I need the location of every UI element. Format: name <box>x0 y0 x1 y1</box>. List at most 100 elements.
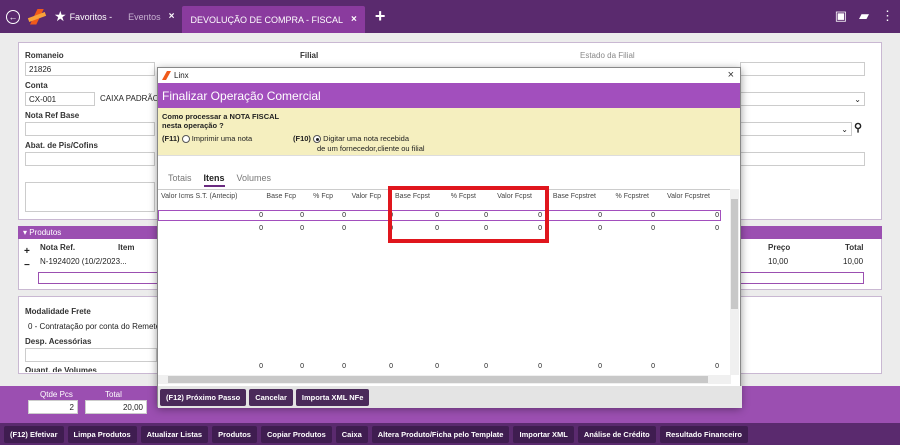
radio-imprimir[interactable] <box>181 135 190 144</box>
grid-cell[interactable]: 0 <box>326 225 346 232</box>
grid-cell[interactable]: 0 <box>582 212 602 219</box>
abat-field[interactable] <box>25 152 155 166</box>
tab-totais[interactable]: Totais <box>168 173 192 187</box>
tab-itens[interactable]: Itens <box>203 173 225 187</box>
romaneio-label: Romaneio <box>25 51 64 60</box>
nota-ref-select[interactable]: ⌄ <box>740 122 852 136</box>
conta-code-field[interactable]: CX-001 <box>25 92 95 106</box>
grid-cell: 0 <box>300 363 304 370</box>
importar-xml-button[interactable]: Importar XML <box>513 425 574 443</box>
search-icon[interactable]: ⚲ <box>854 121 862 134</box>
atualizar-listas-button[interactable]: Atualizar Listas <box>140 425 209 443</box>
copiar-produtos-button[interactable]: Copiar Produtos <box>260 425 332 443</box>
cancelar-button[interactable]: Cancelar <box>249 388 293 406</box>
conta-select[interactable]: ⌄ <box>740 92 865 106</box>
linx-logo <box>28 9 46 25</box>
total-label: Total <box>105 390 122 399</box>
grid-cell[interactable]: 0 <box>635 212 655 219</box>
grid-vscrollbar[interactable] <box>730 189 739 375</box>
desp-field[interactable] <box>25 348 157 362</box>
row-preco: 10,00 <box>768 257 789 266</box>
analise-credito-button[interactable]: Análise de Crédito <box>577 425 656 443</box>
close-icon[interactable]: × <box>169 11 175 22</box>
grid-cell[interactable]: 0 <box>243 212 263 219</box>
grid-cell: 0 <box>598 363 602 370</box>
grid-cell: 0 <box>538 363 542 370</box>
grid-cell[interactable]: 0 <box>243 225 263 232</box>
tab-volumes[interactable]: Volumes <box>237 173 272 187</box>
close-icon[interactable]: × <box>351 14 357 25</box>
grid-hscrollbar[interactable] <box>158 375 731 384</box>
grid-cell[interactable]: 0 <box>635 225 655 232</box>
modalidade-field[interactable]: 0 - Contratação por conta do Remete <box>25 320 157 334</box>
romaneio-field[interactable]: 21826 <box>25 62 155 76</box>
remove-row-icon[interactable]: − <box>24 260 30 271</box>
question-line1: Como processar a NOTA FISCAL <box>162 112 280 121</box>
tab-devolucao[interactable]: DEVOLUÇÃO DE COMPRA - FISCAL × <box>182 6 365 33</box>
process-options: Como processar a NOTA FISCAL nesta opera… <box>158 108 740 156</box>
nota-ref-field[interactable] <box>25 122 155 136</box>
more-icon[interactable]: ⋮ <box>881 8 894 24</box>
action-bar: (F12) Efetivar Limpa Produtos Atualizar … <box>0 423 900 445</box>
col-item: Item <box>118 243 135 252</box>
close-icon[interactable]: × <box>728 69 734 81</box>
estado-filial-field[interactable] <box>740 62 865 76</box>
limpa-produtos-button[interactable]: Limpa Produtos <box>67 425 137 443</box>
grid-cell: 0 <box>651 363 655 370</box>
nota-ref-label: Nota Ref Base <box>25 111 80 120</box>
grid-cell: 0 <box>715 363 719 370</box>
tab-favoritos[interactable]: ★ Favoritos - <box>46 0 120 33</box>
scroll-thumb[interactable] <box>731 199 738 309</box>
caixa-button[interactable]: Caixa <box>335 425 368 443</box>
option-digitar[interactable]: (F10) Digitar uma nota recebida <box>293 134 409 144</box>
quant-label: Quant. de Volumes <box>25 366 97 372</box>
altera-produto-button[interactable]: Altera Produto/Ficha pelo Template <box>371 425 510 443</box>
dialog-footer: (F12) Próximo Passo Cancelar Importa XML… <box>158 386 742 408</box>
grid-cell[interactable]: 0 <box>326 212 346 219</box>
row-nota-ref[interactable]: N-1924020 (10/2/2023... <box>40 257 127 266</box>
total-field: 20,00 <box>85 400 147 414</box>
star-icon: ★ <box>54 8 67 24</box>
efetivar-button[interactable]: (F12) Efetivar <box>4 425 64 443</box>
back-icon[interactable]: ← <box>6 9 20 24</box>
filial-label: Filial <box>300 51 319 60</box>
highlight-box <box>388 186 549 243</box>
proximo-passo-button[interactable]: (F12) Próximo Passo <box>160 388 247 406</box>
option-imprimir[interactable]: (F11) Imprimir uma nota <box>162 134 252 144</box>
resultado-financeiro-button[interactable]: Resultado Financeiro <box>659 425 748 443</box>
dialog-header: Finalizar Operação Comercial <box>158 83 740 108</box>
grid-cell: 0 <box>435 363 439 370</box>
dialog-titlebar: Linx <box>158 68 740 83</box>
estado-filial-label: Estado da Filial <box>580 51 635 60</box>
grid-cell[interactable]: 0 <box>284 225 304 232</box>
linx-logo-icon <box>162 71 171 80</box>
grid-cell: 0 <box>342 363 346 370</box>
add-row-icon[interactable]: + <box>24 246 30 257</box>
grid-cell[interactable]: 0 <box>699 225 719 232</box>
grid-cell: 0 <box>389 363 393 370</box>
produtos-button[interactable]: Produtos <box>212 425 257 443</box>
add-tab-icon[interactable]: + <box>375 6 386 27</box>
tab-eventos[interactable]: Eventos × <box>120 0 182 33</box>
grid-cell[interactable]: 0 <box>699 212 719 219</box>
conta-label: Conta <box>25 81 48 90</box>
grid-cell: 0 <box>484 363 488 370</box>
grid-cell[interactable]: 0 <box>582 225 602 232</box>
col-base-fcp: Base Fcp <box>266 193 296 200</box>
importa-xml-button[interactable]: Importa XML NFe <box>295 388 370 406</box>
radio-digitar[interactable] <box>313 135 322 144</box>
grid-cell[interactable]: 0 <box>284 212 304 219</box>
abat-label: Abat. de Pis/Cofins <box>25 141 98 150</box>
hscroll-thumb[interactable] <box>168 376 708 383</box>
chevron-down-icon: ⌄ <box>854 95 861 104</box>
desp-label: Desp. Acessórias <box>25 337 92 346</box>
modalidade-label: Modalidade Frete <box>25 307 91 316</box>
chat-icon[interactable]: ▰ <box>859 8 869 24</box>
col-total: Total <box>845 243 864 252</box>
clipboard-icon[interactable]: ▣ <box>835 8 847 24</box>
option-digitar-desc: de um fornecedor,cliente ou filial <box>317 144 425 153</box>
abat-aux-field[interactable] <box>740 152 865 166</box>
conta-name: CAIXA PADRÃO C <box>97 92 157 106</box>
notes-area[interactable] <box>25 182 155 212</box>
row-total: 10,00 <box>843 257 864 266</box>
